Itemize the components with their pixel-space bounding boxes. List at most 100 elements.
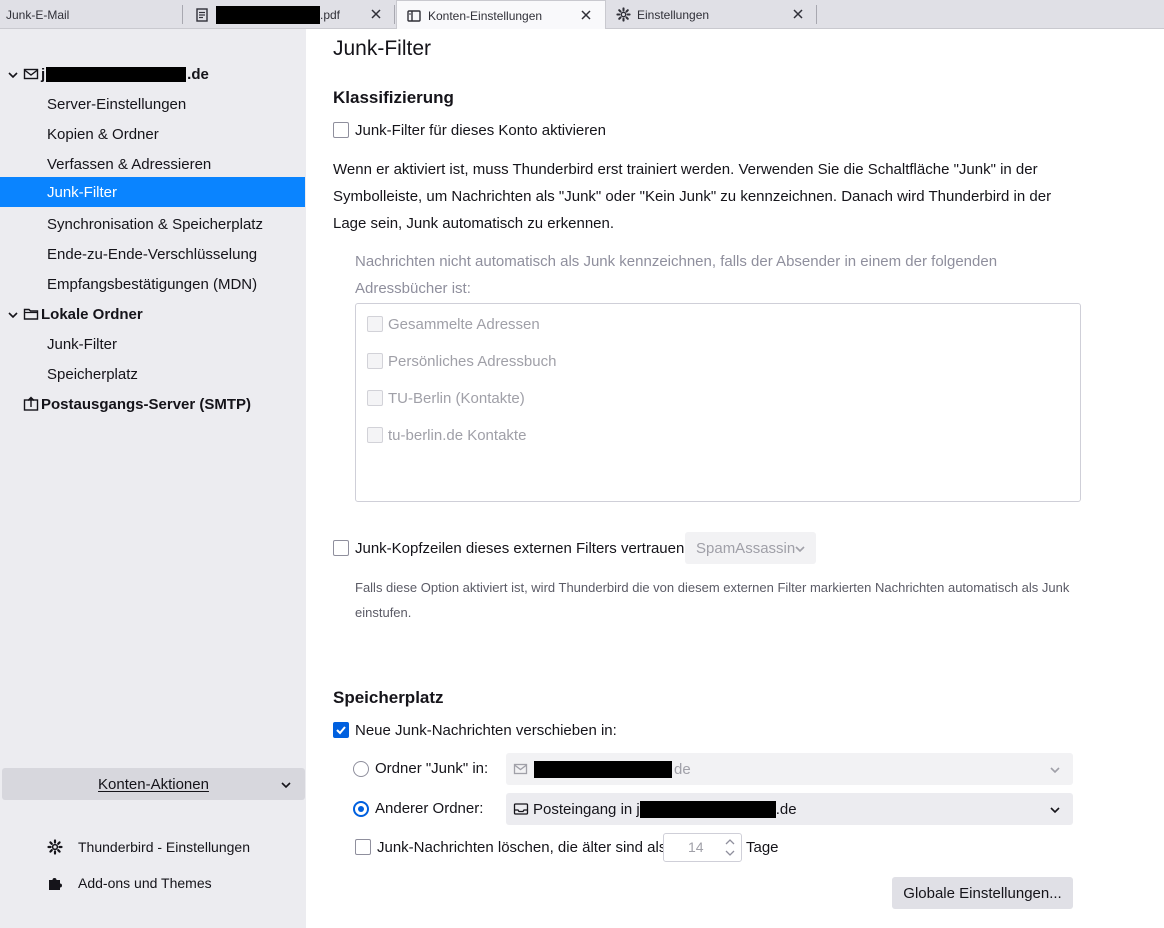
other-folder-radio[interactable] bbox=[353, 801, 369, 817]
sidebar-smtp[interactable]: Postausgangs-Server (SMTP) bbox=[0, 389, 305, 419]
folder-icon bbox=[23, 306, 39, 322]
sidebar-item-local-junk-filter[interactable]: Junk-Filter bbox=[0, 329, 305, 359]
sidebar-local-folders[interactable]: Lokale Ordner bbox=[0, 299, 305, 329]
address-book-checkbox[interactable] bbox=[367, 316, 383, 332]
delete-old-junk-label[interactable]: Junk-Nachrichten löschen, die älter sind… bbox=[377, 839, 666, 856]
days-unit-label: Tage bbox=[746, 839, 779, 856]
sidebar-item-e2e-encryption[interactable]: Ende-zu-Ende-Verschlüsselung bbox=[0, 239, 305, 269]
tab-label: Junk-E-Mail bbox=[6, 7, 70, 22]
account-suffix: .de bbox=[187, 65, 209, 83]
global-settings-button[interactable]: Globale Einstellungen... bbox=[892, 877, 1073, 909]
puzzle-icon bbox=[46, 874, 64, 892]
gear-icon bbox=[615, 7, 631, 23]
footer-link-label: Thunderbird - Einstellungen bbox=[78, 839, 250, 855]
addons-themes-link[interactable]: Add-ons und Themes bbox=[46, 871, 212, 895]
account-prefix: j bbox=[41, 65, 46, 83]
other-folder-select[interactable]: Posteingang in j .de bbox=[506, 793, 1073, 825]
global-settings-label: Globale Einstellungen... bbox=[903, 884, 1062, 902]
other-folder-value-suffix: .de bbox=[775, 800, 797, 818]
external-filter-value: SpamAssassin bbox=[696, 539, 796, 557]
address-book-checkbox[interactable] bbox=[367, 390, 383, 406]
sidebar-item-composition[interactable]: Verfassen & Adressieren bbox=[0, 149, 305, 179]
address-book-checkbox[interactable] bbox=[367, 353, 383, 369]
delete-days-stepper[interactable]: 14 bbox=[663, 833, 742, 862]
sidebar-item-label: Junk-Filter bbox=[47, 183, 118, 201]
tab-label: Konten-Einstellungen bbox=[428, 8, 543, 23]
tab-account-settings[interactable]: Konten-Einstellungen bbox=[396, 0, 606, 30]
enable-junk-filter-label[interactable]: Junk-Filter für dieses Konto aktivieren bbox=[355, 122, 606, 139]
document-icon bbox=[194, 7, 210, 23]
sidebar-item-label: Ende-zu-Ende-Verschlüsselung bbox=[47, 245, 258, 263]
junk-folder-account-value: de bbox=[674, 760, 691, 778]
other-folder-value-prefix: Posteingang in j bbox=[533, 800, 640, 818]
address-book-checkbox[interactable] bbox=[367, 427, 383, 443]
external-filter-select[interactable]: SpamAssassin bbox=[685, 532, 816, 564]
sidebar-item-server-settings[interactable]: Server-Einstellungen bbox=[0, 89, 305, 119]
chevron-down-icon bbox=[280, 778, 292, 790]
close-icon[interactable] bbox=[791, 7, 805, 21]
address-book-label: Gesammelte Adressen bbox=[388, 316, 540, 333]
chevron-down-icon bbox=[794, 542, 806, 554]
sidebar-account[interactable]: j .de bbox=[0, 59, 305, 89]
account-actions-button[interactable]: Konten-Aktionen bbox=[2, 768, 305, 800]
redacted-filename bbox=[216, 5, 320, 24]
sidebar-item-junk-filter[interactable]: Junk-Filter bbox=[0, 177, 305, 207]
chevron-down-icon[interactable] bbox=[7, 68, 19, 80]
sidebar-item-label: Kopien & Ordner bbox=[47, 125, 159, 143]
address-book-label: TU-Berlin (Kontakte) bbox=[388, 390, 525, 407]
chevron-down-icon[interactable] bbox=[723, 848, 737, 859]
other-folder-label[interactable]: Anderer Ordner: bbox=[375, 800, 483, 817]
tab-pdf[interactable]: .pdf bbox=[183, 0, 395, 29]
tab-bar: Junk-E-Mail .pdf Konten-Einstellungen Ei… bbox=[0, 0, 1164, 30]
outbox-icon bbox=[23, 396, 39, 412]
sidebar-item-label: Verfassen & Adressieren bbox=[47, 155, 212, 173]
chevron-up-icon[interactable] bbox=[723, 836, 737, 847]
sidebar-item-label: Postausgangs-Server (SMTP) bbox=[41, 395, 252, 413]
sidebar-item-local-storage[interactable]: Speicherplatz bbox=[0, 359, 305, 389]
junk-filter-settings: Junk-Filter Klassifizierung Junk-Filter … bbox=[306, 29, 1164, 928]
sidebar-item-sync-storage[interactable]: Synchronisation & Speicherplatz bbox=[0, 209, 305, 239]
folder-junk-radio[interactable] bbox=[353, 761, 369, 777]
tab-settings[interactable]: Einstellungen bbox=[606, 0, 817, 29]
sidebar-item-label: Empfangsbestätigungen (MDN) bbox=[47, 275, 258, 293]
chevron-down-icon[interactable] bbox=[7, 308, 19, 320]
sidebar-item-copies-folders[interactable]: Kopien & Ordner bbox=[0, 119, 305, 149]
sidebar-item-receipts[interactable]: Empfangsbestätigungen (MDN) bbox=[0, 269, 305, 299]
tab-junk-email[interactable]: Junk-E-Mail bbox=[0, 0, 183, 29]
sidebar-item-label: Synchronisation & Speicherplatz bbox=[47, 215, 263, 233]
mail-lock-icon bbox=[513, 761, 529, 777]
sidebar-item-label: Junk-Filter bbox=[47, 335, 118, 353]
move-junk-checkbox[interactable] bbox=[333, 722, 349, 738]
account-sidebar: j .de Server-Einstellungen Kopien & Ordn… bbox=[0, 29, 306, 928]
enable-junk-filter-checkbox[interactable] bbox=[333, 122, 349, 138]
classification-description: Wenn er aktiviert ist, muss Thunderbird … bbox=[333, 161, 1052, 232]
tab-label-suffix: .pdf bbox=[320, 7, 341, 22]
delete-days-value: 14 bbox=[688, 839, 704, 855]
trust-headers-label[interactable]: Junk-Kopfzeilen dieses externen Filters … bbox=[355, 540, 689, 557]
redacted-account bbox=[639, 800, 776, 818]
redacted-account bbox=[534, 760, 672, 778]
junk-folder-account-select[interactable]: de bbox=[506, 753, 1073, 785]
sidebar-item-label: Lokale Ordner bbox=[41, 305, 143, 323]
close-icon[interactable] bbox=[579, 8, 593, 22]
move-junk-label[interactable]: Neue Junk-Nachrichten verschieben in: bbox=[355, 722, 617, 739]
gear-icon bbox=[46, 838, 64, 856]
inbox-icon bbox=[513, 801, 529, 817]
trust-headers-note: Falls diese Option aktiviert ist, wird T… bbox=[355, 580, 1070, 620]
folder-junk-label[interactable]: Ordner "Junk" in: bbox=[375, 760, 488, 777]
chevron-down-icon bbox=[1049, 803, 1061, 815]
delete-old-junk-checkbox[interactable] bbox=[355, 839, 371, 855]
classification-title: Klassifizierung bbox=[333, 88, 454, 107]
redacted-account bbox=[46, 66, 187, 82]
mail-icon bbox=[23, 66, 39, 82]
address-book-list[interactable]: Gesammelte Adressen Persönliches Adressb… bbox=[355, 303, 1081, 502]
address-book-label: tu-berlin.de Kontakte bbox=[388, 427, 527, 444]
sidebar-item-label: Server-Einstellungen bbox=[47, 95, 187, 113]
footer-link-label: Add-ons und Themes bbox=[78, 875, 212, 891]
tab-label: Einstellungen bbox=[637, 7, 710, 22]
close-icon[interactable] bbox=[369, 7, 383, 21]
address-book-label: Persönliches Adressbuch bbox=[388, 353, 557, 370]
chevron-down-icon bbox=[1049, 763, 1061, 775]
thunderbird-settings-link[interactable]: Thunderbird - Einstellungen bbox=[46, 835, 250, 859]
trust-headers-checkbox[interactable] bbox=[333, 540, 349, 556]
